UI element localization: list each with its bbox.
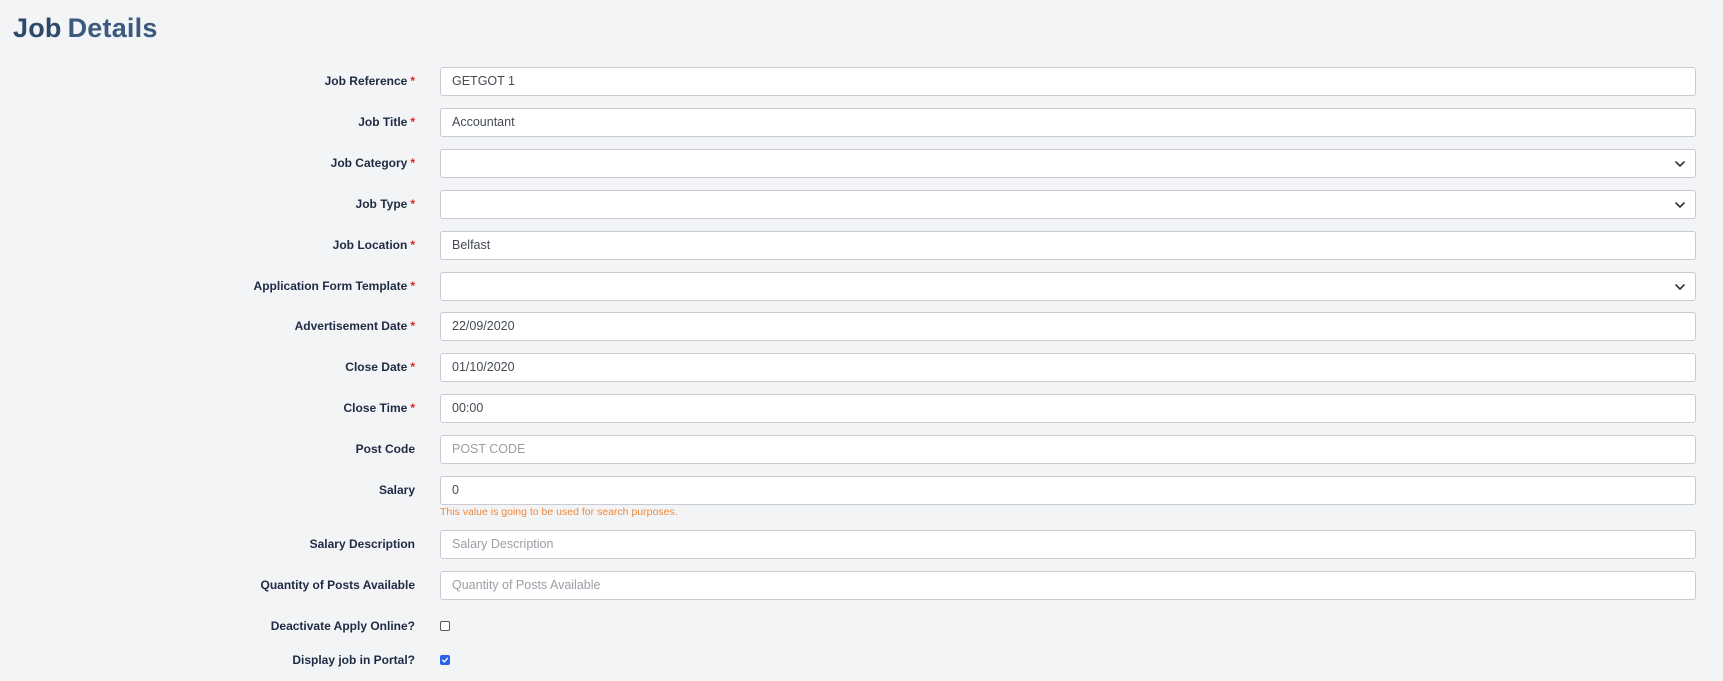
job-category-select[interactable] xyxy=(440,149,1696,178)
post-code-label: Post Code xyxy=(355,442,415,456)
job-category-label-text: Job Category xyxy=(330,156,408,170)
required-marker: * xyxy=(410,115,415,129)
deactivate-apply-online-label: Deactivate Apply Online? xyxy=(270,619,415,633)
job-type-select[interactable] xyxy=(440,190,1696,219)
required-marker: * xyxy=(410,279,415,293)
salary-description-row: Salary Description Salary Description xyxy=(0,530,1723,559)
page-title-part2: Details xyxy=(67,13,158,43)
salary-description-input[interactable]: Salary Description xyxy=(440,530,1696,559)
advertisement-date-input[interactable]: 22/09/2020 xyxy=(440,312,1696,341)
application-form-template-select[interactable] xyxy=(440,272,1696,301)
display-in-portal-checkbox[interactable] xyxy=(440,655,450,665)
required-marker: * xyxy=(410,319,415,333)
close-time-input[interactable]: 00:00 xyxy=(440,394,1696,423)
advertisement-date-label: Advertisement Date * xyxy=(295,312,415,341)
advertisement-date-label-text: Advertisement Date xyxy=(294,319,408,333)
quantity-posts-input[interactable]: Quantity of Posts Available xyxy=(440,571,1696,600)
job-location-label: Job Location * xyxy=(333,231,415,260)
chevron-down-icon xyxy=(1675,202,1685,208)
job-reference-label-text: Job Reference xyxy=(324,74,408,88)
salary-label: Salary xyxy=(378,483,415,497)
close-time-row: Close Time * 00:00 xyxy=(0,394,1723,423)
page-title-part1: Job xyxy=(13,13,62,43)
job-type-label: Job Type * xyxy=(356,190,415,219)
salary-hint: This value is going to be used for searc… xyxy=(440,506,678,518)
deactivate-apply-online-checkbox[interactable] xyxy=(440,621,450,631)
job-category-row: Job Category * xyxy=(0,149,1723,178)
quantity-posts-row: Quantity of Posts Available Quantity of … xyxy=(0,571,1723,600)
display-in-portal-label: Display job in Portal? xyxy=(292,653,415,667)
job-location-row: Job Location * Belfast xyxy=(0,231,1723,260)
close-date-label-text: Close Date xyxy=(345,360,408,374)
job-title-row: Job Title * Accountant xyxy=(0,108,1723,137)
close-time-label: Close Time * xyxy=(344,394,415,423)
close-date-row: Close Date * 01/10/2020 xyxy=(0,353,1723,382)
salary-description-label: Salary Description xyxy=(309,537,415,551)
job-location-label-text: Job Location xyxy=(332,238,408,252)
check-icon xyxy=(441,657,449,663)
required-marker: * xyxy=(410,197,415,211)
quantity-posts-label: Quantity of Posts Available xyxy=(260,578,415,592)
page-title: Job Details xyxy=(13,13,158,44)
job-type-label-text: Job Type xyxy=(355,197,408,211)
job-reference-row: Job Reference * GETGOT 1 xyxy=(0,67,1723,96)
job-category-label: Job Category * xyxy=(331,149,415,178)
chevron-down-icon xyxy=(1675,161,1685,167)
job-reference-input[interactable]: GETGOT 1 xyxy=(440,67,1696,96)
required-marker: * xyxy=(410,74,415,88)
job-title-input[interactable]: Accountant xyxy=(440,108,1696,137)
required-marker: * xyxy=(410,156,415,170)
application-form-template-label-text: Application Form Template xyxy=(253,279,408,293)
post-code-row: Post Code POST CODE xyxy=(0,435,1723,464)
job-type-row: Job Type * xyxy=(0,190,1723,219)
post-code-input[interactable]: POST CODE xyxy=(440,435,1696,464)
salary-input[interactable]: 0 xyxy=(440,476,1696,505)
close-date-label: Close Date * xyxy=(345,353,415,382)
required-marker: * xyxy=(410,401,415,415)
job-reference-label: Job Reference * xyxy=(325,67,415,96)
required-marker: * xyxy=(410,360,415,374)
chevron-down-icon xyxy=(1675,284,1685,290)
close-time-label-text: Close Time xyxy=(343,401,408,415)
required-marker: * xyxy=(410,238,415,252)
application-form-template-row: Application Form Template * xyxy=(0,272,1723,301)
display-in-portal-row: Display job in Portal? xyxy=(0,646,1723,675)
job-title-label: Job Title * xyxy=(358,108,415,137)
salary-row: Salary 0 This value is going to be used … xyxy=(0,476,1723,518)
job-title-label-text: Job Title xyxy=(358,115,408,129)
advertisement-date-row: Advertisement Date * 22/09/2020 xyxy=(0,312,1723,341)
job-location-input[interactable]: Belfast xyxy=(440,231,1696,260)
application-form-template-label: Application Form Template * xyxy=(254,272,415,301)
close-date-input[interactable]: 01/10/2020 xyxy=(440,353,1696,382)
deactivate-apply-online-row: Deactivate Apply Online? xyxy=(0,612,1723,641)
